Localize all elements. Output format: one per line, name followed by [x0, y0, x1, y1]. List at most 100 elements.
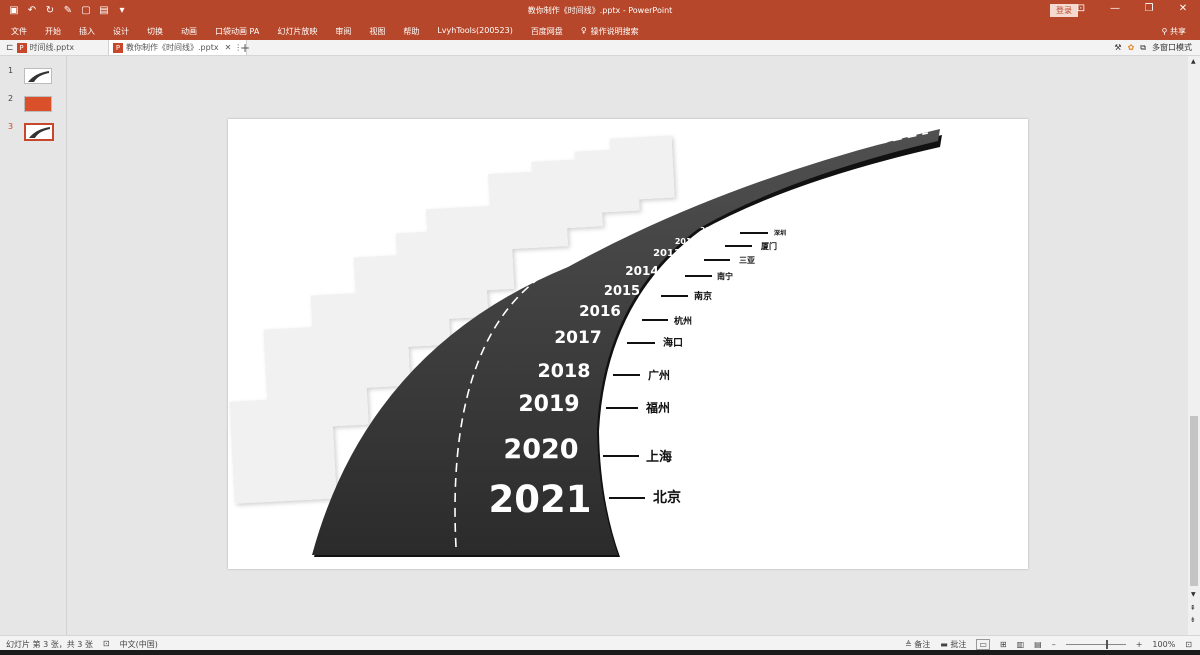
city-labels: 深圳 厦门 三亚 南宁 南京 杭州 海口 广州 福州 上海 北京: [645, 229, 786, 506]
scroll-up-icon[interactable]: ▲: [1191, 58, 1196, 65]
year-label: 2016: [579, 302, 621, 320]
normal-view-icon[interactable]: ▭: [976, 639, 990, 650]
city-label: 南宁: [717, 271, 733, 281]
photo-placeholder[interactable]: [229, 396, 337, 504]
redo-icon[interactable]: ↻: [44, 4, 56, 16]
doc-tab-1[interactable]: ⊏ P 时间线.pptx: [6, 40, 74, 55]
tab-baidu-netdisk[interactable]: 百度网盘: [531, 26, 563, 37]
city-label: 福州: [645, 400, 670, 415]
open-folder-icon[interactable]: ▤: [98, 4, 110, 16]
tab-pocket-animation[interactable]: 口袋动画 PA: [215, 26, 259, 37]
thumbnail-number: 2: [8, 94, 14, 103]
tab-animations[interactable]: 动画: [181, 26, 197, 37]
year-label: 2021: [489, 478, 592, 521]
new-tab-button[interactable]: +: [240, 40, 250, 55]
year-label: 2012: [675, 237, 697, 246]
slide-thumbnail-3[interactable]: [24, 123, 54, 141]
thumbnail-number: 3: [8, 122, 14, 131]
tab-review[interactable]: 审阅: [335, 26, 351, 37]
close-icon[interactable]: ✕: [1176, 3, 1190, 14]
city-label: 上海: [646, 449, 672, 465]
quick-access-toolbar: ▣ ↶ ↻ ✎ ▢ ▤ ▾: [8, 4, 128, 16]
close-tab-icon[interactable]: ✕: [225, 43, 232, 52]
zoom-level[interactable]: 100%: [1152, 640, 1175, 649]
city-label: 厦门: [761, 241, 777, 251]
accessibility-icon[interactable]: ⊡: [103, 639, 110, 650]
tab-transitions[interactable]: 切换: [147, 26, 163, 37]
year-label: 2019: [518, 392, 579, 417]
tab-view[interactable]: 视图: [369, 26, 385, 37]
reading-view-icon[interactable]: ▥: [1017, 640, 1025, 649]
restore-icon[interactable]: ❐: [1142, 3, 1156, 14]
zoom-in-button[interactable]: +: [1136, 640, 1143, 649]
switch-window-icon[interactable]: ⊏: [6, 43, 14, 53]
tab-slideshow[interactable]: 幻灯片放映: [277, 26, 317, 37]
road-thumbnail-icon: [29, 127, 50, 138]
year-label: 2015: [604, 284, 640, 299]
tab-help[interactable]: 帮助: [403, 26, 419, 37]
zoom-slider[interactable]: [1065, 640, 1126, 649]
tab-design[interactable]: 设计: [113, 26, 129, 37]
slide-info: 幻灯片 第 3 张，共 3 张: [6, 640, 93, 649]
vertical-scrollbar[interactable]: ▲ ▼ ⇞ ⇟: [1188, 56, 1200, 635]
city-label: 北京: [653, 489, 681, 506]
notes-button[interactable]: ≜ 备注: [905, 639, 930, 650]
year-label: 2013: [653, 248, 681, 259]
city-label: 广州: [648, 368, 670, 382]
pptx-file-icon: P: [16, 42, 27, 53]
person-icon: ⚲: [1161, 27, 1168, 36]
slide-thumbnail-2[interactable]: [24, 96, 52, 112]
slide-sorter-icon[interactable]: ⊞: [1000, 640, 1007, 649]
zoom-out-button[interactable]: –: [1052, 640, 1056, 649]
scroll-thumb[interactable]: [1190, 416, 1198, 586]
road-thumbnail-icon: [28, 71, 49, 82]
window-title: 教你制作《时间线》.pptx - PowerPoint: [527, 6, 673, 15]
doc-tab-2[interactable]: P 教你制作《时间线》.pptx ✕ ⋮: [108, 40, 248, 55]
city-label: 深圳: [774, 229, 786, 237]
scroll-down-icon[interactable]: ▼: [1191, 591, 1196, 598]
year-label: 2014: [625, 264, 658, 278]
comments-button[interactable]: ▬ 批注: [940, 639, 966, 650]
ribbon-tabs: 文件 开始 插入 设计 切换 动画 口袋动画 PA 幻灯片放映 审阅 视图 帮助…: [0, 22, 1200, 40]
zoom-knob[interactable]: [1105, 640, 1108, 649]
save-icon[interactable]: ▣: [8, 4, 20, 16]
language-indicator[interactable]: 中文(中国): [120, 639, 158, 650]
title-bar: ▣ ↶ ↻ ✎ ▢ ▤ ▾ 教你制作《时间线》.pptx - PowerPoin…: [0, 0, 1200, 22]
share-button[interactable]: ⚲ 共享: [1162, 26, 1186, 37]
undo-icon[interactable]: ↶: [26, 4, 38, 16]
lightbulb-icon: ♀: [580, 26, 587, 35]
format-painter-icon[interactable]: ✎: [62, 4, 74, 16]
settings-icon[interactable]: ✿: [1128, 43, 1135, 52]
thumbnail-number: 1: [8, 66, 14, 75]
pin-icon[interactable]: ⚒: [1114, 43, 1121, 52]
ribbon-display-icon[interactable]: ⊡: [1074, 3, 1088, 14]
previous-slide-icon[interactable]: ⇞: [1190, 604, 1196, 612]
slide-canvas[interactable]: 2011 2012 2013 2014 2015 2016 2017 2018 …: [228, 119, 1028, 569]
taskbar-strip: [0, 650, 1200, 655]
year-label: 2020: [503, 434, 578, 465]
next-slide-icon[interactable]: ⇟: [1190, 616, 1196, 624]
slide-thumbnail-1[interactable]: [24, 68, 52, 84]
year-label: 2018: [538, 360, 591, 382]
tell-me-search[interactable]: 操作说明搜索: [591, 26, 639, 37]
customize-qat-icon[interactable]: ▾: [116, 4, 128, 16]
city-label: 杭州: [674, 315, 692, 327]
tab-insert[interactable]: 插入: [79, 26, 95, 37]
timeline-graphic: 2011 2012 2013 2014 2015 2016 2017 2018 …: [229, 129, 942, 557]
tab-home[interactable]: 开始: [45, 26, 61, 37]
multi-window-mode[interactable]: 多窗口模式: [1152, 42, 1192, 53]
fit-to-window-icon[interactable]: ⊡: [1185, 640, 1192, 649]
slideshow-icon[interactable]: ▤: [1034, 640, 1042, 649]
slide-thumbnail-pane: 1 2 3: [0, 56, 67, 635]
minimize-icon[interactable]: —: [1108, 3, 1122, 14]
pptx-file-icon: P: [113, 42, 123, 53]
new-file-icon[interactable]: ▢: [80, 4, 92, 16]
multi-window-icon[interactable]: ⧉: [1140, 43, 1146, 53]
tab-file[interactable]: 文件: [11, 26, 27, 37]
document-tab-bar: ⊏ P 时间线.pptx P 教你制作《时间线》.pptx ✕ ⋮ + ⚒ ✿ …: [0, 40, 1200, 56]
tab-lvyhtools[interactable]: LvyhTools(200523): [437, 26, 512, 37]
city-label: 南京: [694, 290, 712, 302]
city-label: 三亚: [739, 256, 755, 265]
year-label: 2017: [554, 328, 601, 348]
city-label: 海口: [663, 336, 683, 349]
